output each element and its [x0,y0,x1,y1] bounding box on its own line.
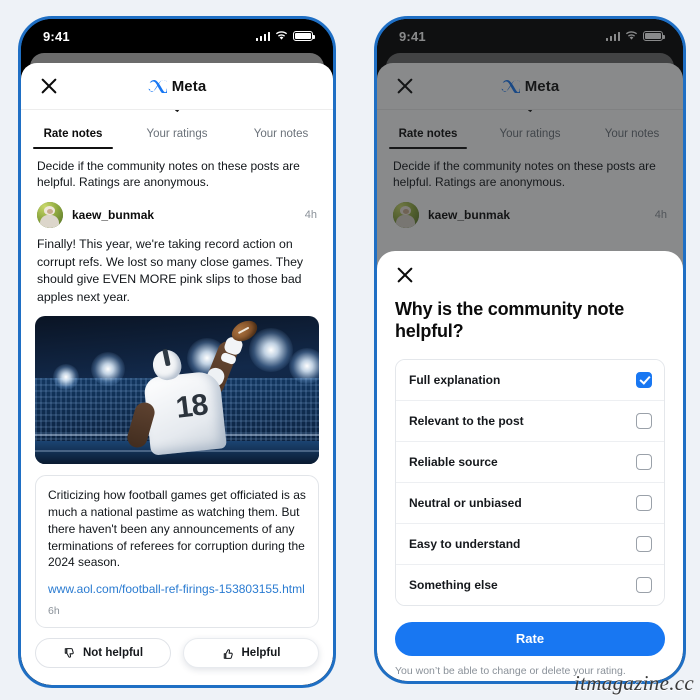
status-icons [255,31,315,41]
helpful-button[interactable]: Helpful [183,638,319,669]
app-sheet: Meta Rate notes Your ratings Your notes [21,63,333,685]
post-image[interactable]: 18 [35,316,319,465]
checkbox-icon[interactable] [636,535,652,552]
tab-label: Your notes [253,128,309,140]
rate-submit-button[interactable]: Rate [395,621,665,656]
community-note-card: Criticizing how football games get offic… [35,475,319,629]
brand-name: Meta [171,77,207,95]
close-icon[interactable] [39,76,59,96]
cellular-signal-icon [255,31,270,41]
brand-lockup: Meta [21,63,333,109]
option-label: Relevant to the post [409,413,524,428]
option-label: Neutral or unbiased [409,495,522,510]
option-row[interactable]: Easy to understand [396,522,664,564]
post-timestamp: 4h [304,209,317,222]
app-header: Meta [21,63,333,109]
modal-title: Why is the community note helpful? [395,299,625,341]
avatar[interactable] [37,202,63,229]
checkbox-icon[interactable] [636,494,652,511]
option-row[interactable]: Relevant to the post [396,399,664,441]
option-row[interactable]: Neutral or unbiased [396,481,664,523]
tab-rate-notes[interactable]: Rate notes [21,122,125,149]
tab-bar: Rate notes Your ratings Your notes [21,122,333,149]
option-row[interactable]: Something else [396,563,664,605]
phone-screen-left: 9:41 Meta Rate notes Your ratings Your n… [21,19,333,685]
checkbox-icon[interactable] [636,576,652,593]
feed-instructions: Decide if the community notes on these p… [37,159,300,190]
checkbox-checked-icon[interactable] [636,371,652,388]
phone-mockup-left: 9:41 Meta Rate notes Your ratings Your n… [18,16,336,688]
thumbs-down-icon [64,647,74,658]
community-note-timestamp: 6h [48,605,60,618]
note-rating-actions: Not helpful Helpful [35,638,319,669]
tab-your-notes[interactable]: Your notes [229,122,333,149]
not-helpful-button[interactable]: Not helpful [35,638,171,669]
battery-icon [293,31,315,41]
option-label: Something else [409,577,498,592]
feed: Decide if the community notes on these p… [21,149,333,669]
option-label: Easy to understand [409,536,521,551]
community-note-text: Criticizing how football games get offic… [48,488,306,570]
status-time: 9:41 [43,28,70,44]
rating-reason-modal: Why is the community note helpful? Full … [377,251,683,681]
status-bar: 9:41 [21,19,333,53]
option-row[interactable]: Reliable source [396,440,664,482]
community-note-link[interactable]: www.aol.com/football-ref-firings-1538031… [48,581,306,597]
rate-button-label: Rate [515,631,545,647]
option-row[interactable]: Full explanation [396,359,664,400]
tab-your-ratings[interactable]: Your ratings [125,122,229,149]
reason-option-list: Full explanation Relevant to the post Re… [395,358,665,606]
helpful-label: Helpful [241,647,281,660]
tab-label: Your ratings [146,128,208,140]
not-helpful-label: Not helpful [82,647,144,660]
post-author-row: kaew_bunmak 4h [35,200,319,236]
phone-mockup-right: 9:41 [374,16,686,684]
phone-screen-right: 9:41 [377,19,683,681]
tab-label: Rate notes [43,128,103,140]
site-watermark: itmagazine.cc [574,671,694,695]
screenshot-canvas: 9:41 Meta Rate notes Your ratings Your n… [0,0,700,700]
thumbs-up-icon [223,649,233,659]
close-icon[interactable] [395,265,415,285]
checkbox-icon[interactable] [636,412,652,429]
scrolled-content-peek [21,110,333,122]
option-label: Full explanation [409,372,501,387]
post-username[interactable]: kaew_bunmak [72,208,296,222]
checkbox-icon[interactable] [636,453,652,470]
meta-infinity-logo-icon [148,79,167,93]
post-body: Finally! This year, we're taking record … [37,237,304,304]
option-label: Reliable source [409,454,498,469]
wifi-icon [275,31,288,41]
